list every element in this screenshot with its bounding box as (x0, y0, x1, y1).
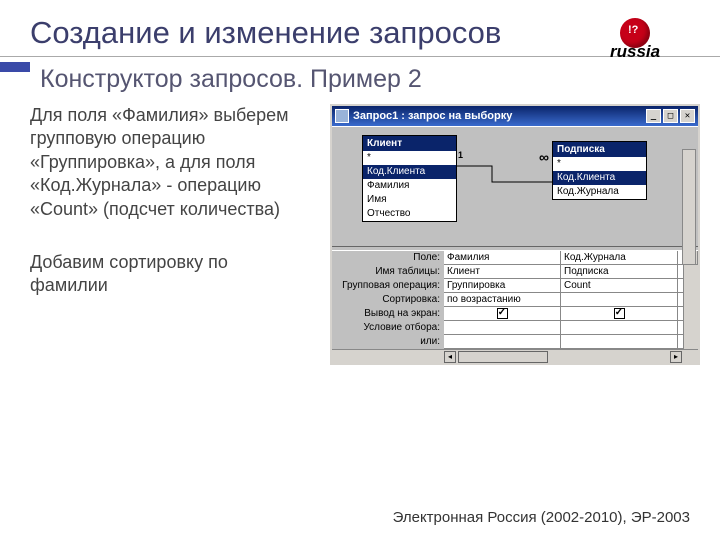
scroll-thumb[interactable] (458, 351, 548, 363)
row-label-criteria: Условие отбора: (332, 321, 444, 335)
maximize-button[interactable]: □ (663, 109, 678, 123)
cell-sort-2[interactable] (561, 293, 678, 307)
join-cardinality-many: ∞ (539, 149, 549, 165)
cell-table-2[interactable]: Подписка (561, 265, 678, 279)
query-window: Запрос1 : запрос на выборку _ □ ✕ Клиент… (330, 104, 700, 365)
russia-logo: russia (610, 18, 690, 63)
paragraph-1: Для поля «Фамилия» выберем групповую опе… (30, 104, 310, 221)
cell-field-1[interactable]: Фамилия (444, 251, 561, 265)
cell-field-2[interactable]: Код.Журнала (561, 251, 678, 265)
field-item[interactable]: Отчество (363, 207, 456, 221)
cell-group-2[interactable]: Count (561, 279, 678, 293)
cell-or-1[interactable] (444, 335, 561, 349)
slide-subtitle: Конструктор запросов. Пример 2 (40, 65, 690, 94)
row-label-field: Поле: (332, 251, 444, 265)
field-item[interactable]: Код.Клиента (553, 171, 646, 185)
row-label-or: или: (332, 335, 444, 349)
cell-show-2[interactable] (561, 307, 678, 321)
field-item[interactable]: Код.Журнала (553, 185, 646, 199)
cell-table-1[interactable]: Клиент (444, 265, 561, 279)
paragraph-2: Добавим сортировку по фамилии (30, 251, 310, 298)
row-label-table: Имя таблицы: (332, 265, 444, 279)
scroll-left-icon[interactable]: ◂ (444, 351, 456, 363)
field-item[interactable]: Код.Клиента (363, 165, 456, 179)
window-title: Запрос1 : запрос на выборку (353, 110, 646, 122)
table-client-header[interactable]: Клиент (363, 136, 456, 151)
row-label-show: Вывод на экран: (332, 307, 444, 321)
join-cardinality-one: 1 (458, 150, 463, 160)
cell-show-1[interactable] (444, 307, 561, 321)
table-subscription-header[interactable]: Подписка (553, 142, 646, 157)
slide-title: Создание и изменение запросов (30, 15, 710, 51)
row-label-group: Групповая операция: (332, 279, 444, 293)
field-item[interactable]: * (553, 157, 646, 171)
table-subscription[interactable]: Подписка * Код.Клиента Код.Журнала (552, 141, 647, 200)
window-icon (335, 109, 349, 123)
logo-text: russia (610, 42, 660, 62)
design-grid[interactable]: Поле: Фамилия Код.Журнала Имя таблицы: К… (332, 251, 698, 363)
row-label-sort: Сортировка: (332, 293, 444, 307)
field-item[interactable]: Фамилия (363, 179, 456, 193)
diagram-pane[interactable]: Клиент * Код.Клиента Фамилия Имя Отчеств… (332, 126, 698, 246)
horizontal-scrollbar[interactable]: ◂ ▸ (332, 349, 698, 363)
close-button[interactable]: ✕ (680, 109, 695, 123)
field-item[interactable]: Имя (363, 193, 456, 207)
cell-crit-2[interactable] (561, 321, 678, 335)
table-client[interactable]: Клиент * Код.Клиента Фамилия Имя Отчеств… (362, 135, 457, 222)
minimize-button[interactable]: _ (646, 109, 661, 123)
scroll-right-icon[interactable]: ▸ (670, 351, 682, 363)
vertical-scrollbar[interactable] (682, 149, 696, 265)
cell-sort-1[interactable]: по возрастанию (444, 293, 561, 307)
checkbox-icon[interactable] (497, 308, 508, 319)
cell-group-1[interactable]: Группировка (444, 279, 561, 293)
title-bar[interactable]: Запрос1 : запрос на выборку _ □ ✕ (332, 106, 698, 126)
slide-footer: Электронная Россия (2002-2010), ЭР-2003 (393, 509, 690, 526)
cell-crit-1[interactable] (444, 321, 561, 335)
accent-bar (0, 62, 30, 72)
field-item[interactable]: * (363, 151, 456, 165)
cell-or-2[interactable] (561, 335, 678, 349)
join-line[interactable] (457, 162, 552, 187)
checkbox-icon[interactable] (614, 308, 625, 319)
